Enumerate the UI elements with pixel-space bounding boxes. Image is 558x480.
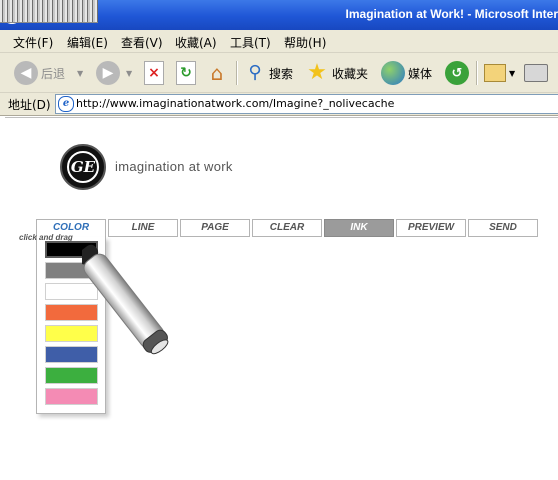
menu-edit[interactable]: 编辑(E) <box>67 34 108 51</box>
tab-send[interactable]: SEND <box>468 219 538 237</box>
menu-favorites[interactable]: 收藏(A) <box>175 34 217 51</box>
page-icon: e <box>58 96 74 112</box>
chevron-down-icon[interactable]: ▼ <box>126 69 132 78</box>
menu-tools[interactable]: 工具(T) <box>230 34 271 51</box>
home-icon: ⌂ <box>210 61 224 85</box>
tab-clear[interactable]: CLEAR <box>252 219 322 237</box>
media-button[interactable]: 媒体 <box>381 59 432 87</box>
spiral-binding-decoration <box>0 0 98 23</box>
toolbar-separator <box>476 61 478 85</box>
printer-icon <box>524 64 548 82</box>
tab-line[interactable]: LINE <box>108 219 178 237</box>
chevron-down-icon[interactable]: ▼ <box>77 69 83 78</box>
menu-view[interactable]: 查看(V) <box>121 34 163 51</box>
media-label: 媒体 <box>408 66 433 81</box>
back-arrow-icon: ◀ <box>14 61 38 85</box>
ge-logo: GE <box>60 144 106 190</box>
content-top-divider <box>5 117 558 118</box>
tab-preview[interactable]: PREVIEW <box>396 219 466 237</box>
mail-button[interactable]: ▼ <box>484 59 515 87</box>
tab-ink[interactable]: INK <box>324 219 394 237</box>
ge-logo-monogram: GE <box>67 151 99 183</box>
menu-help[interactable]: 帮助(H) <box>284 34 326 51</box>
history-button[interactable]: ↺ <box>445 59 469 87</box>
stop-icon: × <box>144 61 164 85</box>
search-label: 搜索 <box>269 66 294 81</box>
drag-hint: click and drag <box>19 233 73 242</box>
toolbar: ◀ 后退 ▼ ▶ ▼ × ↻ ⌂ ⚲ 搜索 ★ 收藏夹 媒体 ↺ ▼ <box>0 53 558 93</box>
refresh-icon: ↻ <box>176 61 196 85</box>
search-button[interactable]: ⚲ 搜索 <box>244 59 293 87</box>
chevron-down-icon[interactable]: ▼ <box>509 69 515 78</box>
home-button[interactable]: ⌂ <box>205 59 229 87</box>
history-icon: ↺ <box>445 61 469 85</box>
address-input[interactable]: e http://www.imaginationatwork.com/Imagi… <box>55 94 558 114</box>
print-button[interactable] <box>524 59 548 87</box>
address-url[interactable]: http://www.imaginationatwork.com/Imagine… <box>76 97 394 110</box>
stop-button[interactable]: × <box>144 59 164 87</box>
tab-page[interactable]: PAGE <box>180 219 250 237</box>
mail-icon <box>484 64 506 82</box>
color-swatch-pink[interactable] <box>45 388 98 405</box>
marker-pen-icon[interactable] <box>82 240 172 370</box>
search-icon: ⚲ <box>248 62 262 83</box>
star-icon: ★ <box>307 60 327 85</box>
back-label: 后退 <box>41 66 66 81</box>
forward-button[interactable]: ▶ ▼ <box>96 59 132 87</box>
address-label: 地址(D) <box>8 98 51 112</box>
media-globe-icon <box>381 61 405 85</box>
menu-bar: 文件(F) 编辑(E) 查看(V) 收藏(A) 工具(T) 帮助(H) <box>0 30 558 53</box>
favorites-label: 收藏夹 <box>332 66 369 81</box>
toolbar-separator <box>236 61 238 85</box>
window-title: Imagination at Work! - Microsoft Inter <box>345 7 558 21</box>
forward-arrow-icon: ▶ <box>96 61 120 85</box>
back-button[interactable]: ◀ 后退 ▼ <box>14 59 83 87</box>
address-bar: 地址(D) e http://www.imaginationatwork.com… <box>0 93 558 116</box>
favorites-button[interactable]: ★ 收藏夹 <box>305 59 368 87</box>
tagline: imagination at work <box>115 159 233 174</box>
refresh-button[interactable]: ↻ <box>176 59 196 87</box>
menu-file[interactable]: 文件(F) <box>13 34 53 51</box>
